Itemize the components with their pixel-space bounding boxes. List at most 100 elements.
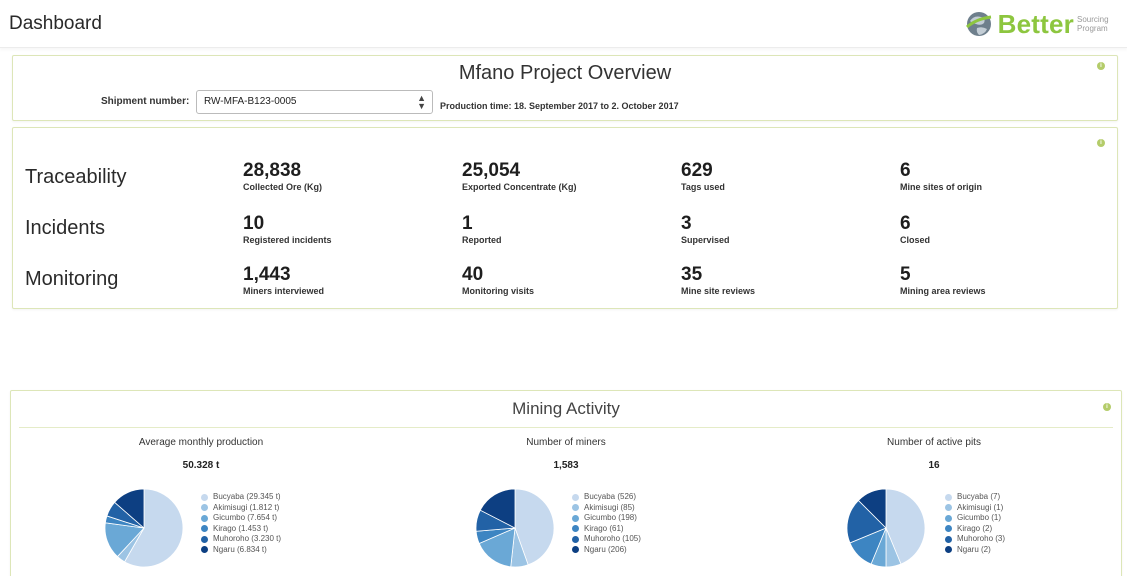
legend-item-ngaru[interactable]: Ngaru (6.834 t) [201, 545, 281, 556]
info-icon[interactable]: i [1103, 403, 1111, 411]
legend-item-muhoroho[interactable]: Muhoroho (3.230 t) [201, 534, 281, 545]
legend-dot-icon [572, 504, 579, 512]
logo-wordmark: Better [997, 8, 1074, 39]
divider [19, 427, 1113, 428]
pie-chart [475, 488, 555, 568]
chart-number-of-miners: Number of miners 1,583 Bucyaba (526) Akim… [396, 437, 736, 576]
legend-label: Kirago (61) [584, 523, 624, 533]
stat-closed: 6 Closed [900, 213, 931, 246]
legend-dot-icon [945, 525, 952, 533]
legend-dot-icon [201, 535, 208, 543]
stat-reported: 1 Reported [462, 213, 502, 246]
project-overview-panel: Mfano Project Overview i Shipment number… [12, 55, 1118, 121]
chart-legend: Bucyaba (29.345 t) Akimisugi (1.812 t) Gic… [201, 492, 281, 555]
legend-label: Ngaru (206) [584, 544, 627, 554]
legend-dot-icon [201, 493, 208, 501]
mining-activity-panel: Mining Activity i Average monthly produc… [10, 390, 1122, 576]
legend-item-muhoroho[interactable]: Muhoroho (105) [572, 534, 641, 545]
chart-total: 16 [928, 460, 940, 471]
legend-dot-icon [201, 514, 208, 522]
globe-logo-icon [965, 12, 991, 36]
legend-label: Muhoroho (3.230 t) [213, 534, 282, 543]
chart-legend: Bucyaba (7) Akimisugi (1) Gicumbo (1) Kirag… [945, 492, 1005, 555]
stat-exported-concentrate: 25,054 Exported Concentrate (Kg) [462, 160, 577, 193]
chart-total: 50.328 t [182, 460, 220, 471]
stat-registered-incidents: 10 Registered incidents [243, 213, 332, 246]
select-arrows-icon: ▲ ▼ [417, 93, 426, 111]
stat-tags-used: 629 Tags used [681, 160, 725, 193]
legend-label: Ngaru (2) [957, 544, 991, 554]
legend-item-kirago[interactable]: Kirago (1.453 t) [201, 524, 281, 535]
legend-dot-icon [572, 535, 579, 543]
legend-dot-icon [945, 546, 952, 554]
legend-item-bucyaba[interactable]: Bucyaba (29.345 t) [201, 492, 281, 503]
shipment-select-value: RW-MFA-B123-0005 [204, 96, 297, 107]
stat-supervised: 3 Supervised [681, 213, 730, 246]
chart-number-of-active-pits: Number of active pits 16 Bucyaba (7) Akim… [764, 437, 1104, 576]
legend-label: Gicumbo (1) [957, 513, 1002, 522]
stat-collected-ore: 28,838 Collected Ore (Kg) [243, 160, 323, 193]
legend-item-bucyaba[interactable]: Bucyaba (7) [945, 492, 1005, 503]
legend-item-kirago[interactable]: Kirago (61) [572, 524, 641, 535]
chart-average-monthly-production: Average monthly production 50.328 t Bucy… [31, 437, 371, 576]
top-bar: Dashboard Better Sourcing Program [0, 0, 1127, 48]
row-label-traceability: Traceability [25, 166, 127, 188]
legend-dot-icon [201, 546, 208, 554]
legend-label: Akimisugi (1) [957, 502, 1004, 512]
better-sourcing-logo[interactable]: Better Sourcing Program [964, 7, 1113, 41]
row-label-incidents: Incidents [25, 217, 106, 239]
legend-dot-icon [572, 546, 579, 554]
mining-activity-title: Mining Activity [512, 399, 620, 418]
legend-item-akimisugi[interactable]: Akimisugi (1) [945, 503, 1005, 514]
legend-item-gicumbo[interactable]: Gicumbo (7.654 t) [201, 513, 281, 524]
legend-item-gicumbo[interactable]: Gicumbo (198) [572, 513, 641, 524]
legend-dot-icon [945, 535, 952, 543]
pie-chart [846, 488, 926, 568]
legend-label: Bucyaba (29.345 t) [213, 492, 281, 501]
legend-item-ngaru[interactable]: Ngaru (2) [945, 545, 1005, 556]
legend-dot-icon [945, 493, 952, 501]
legend-label: Gicumbo (198) [584, 513, 637, 522]
legend-item-akimisugi[interactable]: Akimisugi (1.812 t) [201, 503, 281, 514]
legend-dot-icon [572, 514, 579, 522]
logo-subtitle: Sourcing Program [1077, 15, 1109, 33]
legend-item-kirago[interactable]: Kirago (2) [945, 524, 1005, 535]
legend-item-akimisugi[interactable]: Akimisugi (85) [572, 503, 641, 514]
legend-item-muhoroho[interactable]: Muhoroho (3) [945, 534, 1005, 545]
chart-legend: Bucyaba (526) Akimisugi (85) Gicumbo (198)… [572, 492, 641, 555]
legend-dot-icon [945, 514, 952, 522]
legend-label: Kirago (1.453 t) [213, 523, 269, 533]
legend-label: Ngaru (6.834 t) [213, 544, 267, 554]
stat-monitoring-visits: 40 Monitoring visits [462, 264, 534, 297]
overview-title: Mfano Project Overview [458, 62, 672, 84]
legend-label: Akimisugi (85) [584, 502, 635, 512]
legend-label: Akimisugi (1.812 t) [213, 502, 280, 512]
shipment-label: Shipment number: [101, 96, 190, 107]
legend-label: Kirago (2) [957, 523, 993, 533]
legend-label: Bucyaba (7) [957, 492, 1001, 501]
pie-chart [104, 488, 184, 568]
chart-title: Average monthly production [138, 437, 264, 448]
stats-panel: i Traceability 28,838 Collected Ore (Kg) … [12, 127, 1118, 309]
legend-item-gicumbo[interactable]: Gicumbo (1) [945, 513, 1005, 524]
chart-total: 1,583 [553, 460, 579, 471]
page-title: Dashboard [9, 13, 102, 34]
chart-title: Number of miners [526, 437, 606, 448]
info-icon[interactable]: i [1097, 62, 1105, 70]
legend-label: Muhoroho (3) [957, 534, 1006, 543]
shipment-select[interactable]: RW-MFA-B123-0005 ▲ ▼ [196, 90, 433, 114]
legend-item-bucyaba[interactable]: Bucyaba (526) [572, 492, 641, 503]
legend-dot-icon [201, 504, 208, 512]
stat-mining-area-reviews: 5 Mining area reviews [900, 264, 986, 297]
info-icon[interactable]: i [1097, 139, 1105, 147]
legend-dot-icon [572, 525, 579, 533]
legend-dot-icon [572, 493, 579, 501]
stat-mine-site-reviews: 35 Mine site reviews [681, 264, 756, 297]
row-label-monitoring: Monitoring [25, 268, 119, 290]
legend-item-ngaru[interactable]: Ngaru (206) [572, 545, 641, 556]
stat-miners-interviewed: 1,443 Miners interviewed [243, 264, 325, 297]
legend-label: Muhoroho (105) [584, 534, 641, 543]
legend-label: Gicumbo (7.654 t) [213, 513, 278, 522]
stat-mine-sites: 6 Mine sites of origin [900, 160, 983, 193]
legend-dot-icon [201, 525, 208, 533]
